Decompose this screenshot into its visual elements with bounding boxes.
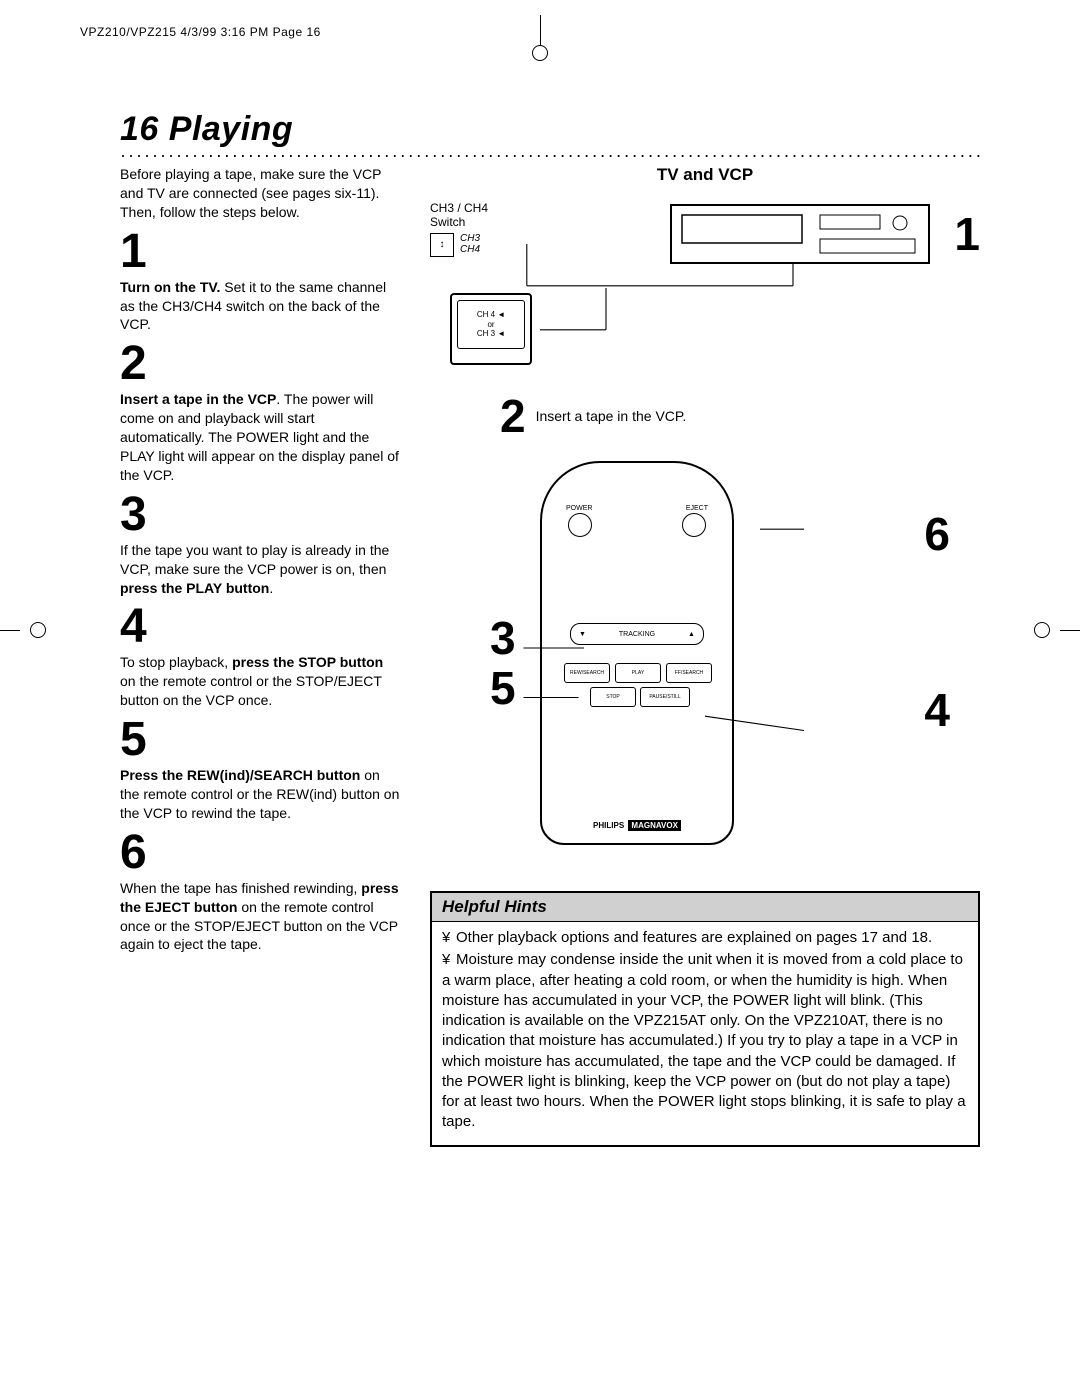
step-4-bold: press the STOP button <box>232 654 383 670</box>
step-3-number: 3 <box>120 491 400 539</box>
helpful-hints-body: ¥Other playback options and features are… <box>432 922 978 1145</box>
left-column: Before playing a tape, make sure the VCP… <box>120 165 400 1147</box>
title-dots: ········································… <box>120 151 980 159</box>
crop-mark-right <box>1030 620 1060 640</box>
leader-lines-1 <box>430 189 980 398</box>
helpful-hints-box: Helpful Hints ¥Other playback options an… <box>430 891 980 1147</box>
step-2-diagram-text: Insert a tape in the VCP. <box>536 408 687 424</box>
tv-vcp-title: TV and VCP <box>430 165 980 185</box>
step-1-text: Turn on the TV. Set it to the same chann… <box>120 278 400 335</box>
page-title: 16 Playing <box>120 110 980 149</box>
step-5-number: 5 <box>120 716 400 764</box>
step-6-text: When the tape has finished rewinding, pr… <box>120 879 400 955</box>
step-6-pre: When the tape has finished rewinding, <box>120 880 361 896</box>
crop-mark-top <box>530 45 550 65</box>
step-6-number: 6 <box>120 829 400 877</box>
bullet-icon: ¥ <box>442 928 456 948</box>
hint-1: Other playback options and features are … <box>456 929 932 946</box>
step-5-bold: Press the REW(ind)/SEARCH button <box>120 767 360 783</box>
step-2-number: 2 <box>120 340 400 388</box>
step-1-bold: Turn on the TV. <box>120 279 220 295</box>
step-3-pre: If the tape you want to play is already … <box>120 542 389 577</box>
step-3-bold: press the PLAY button <box>120 580 269 596</box>
step-3-post: . <box>269 580 273 596</box>
step-4-pre: To stop playback, <box>120 654 232 670</box>
step-5-text: Press the REW(ind)/SEARCH button on the … <box>120 766 400 823</box>
leader-lines-2 <box>430 461 980 923</box>
step-4-number: 4 <box>120 603 400 651</box>
page: VPZ210/VPZ215 4/3/99 3:16 PM Page 16 16 … <box>0 0 1080 1397</box>
right-column: TV and VCP CH3 / CH4 Switch ↕ CH3 CH4 <box>430 165 980 1147</box>
diagram-tv-vcp: CH3 / CH4 Switch ↕ CH3 CH4 <box>430 189 980 379</box>
bullet-icon: ¥ <box>442 950 456 970</box>
header-info: VPZ210/VPZ215 4/3/99 3:16 PM Page 16 <box>80 25 321 39</box>
intro-text: Before playing a tape, make sure the VCP… <box>120 165 400 222</box>
remote-diagram: POWER EJECT ▼TRACKING▲ REW/SEARCH PLAY F… <box>430 461 980 881</box>
step-4-post: on the remote control or the STOP/EJECT … <box>120 673 382 708</box>
hint-2: Moisture may condense inside the unit wh… <box>442 951 966 1130</box>
step-4-text: To stop playback, press the STOP button … <box>120 653 400 710</box>
step-2-bold: Insert a tape in the VCP <box>120 391 276 407</box>
step-3-text: If the tape you want to play is already … <box>120 541 400 598</box>
step-2-text: Insert a tape in the VCP. The power will… <box>120 390 400 484</box>
content: 16 Playing ·····························… <box>120 110 980 1337</box>
step-1-number: 1 <box>120 228 400 276</box>
crop-mark-left <box>20 620 50 640</box>
